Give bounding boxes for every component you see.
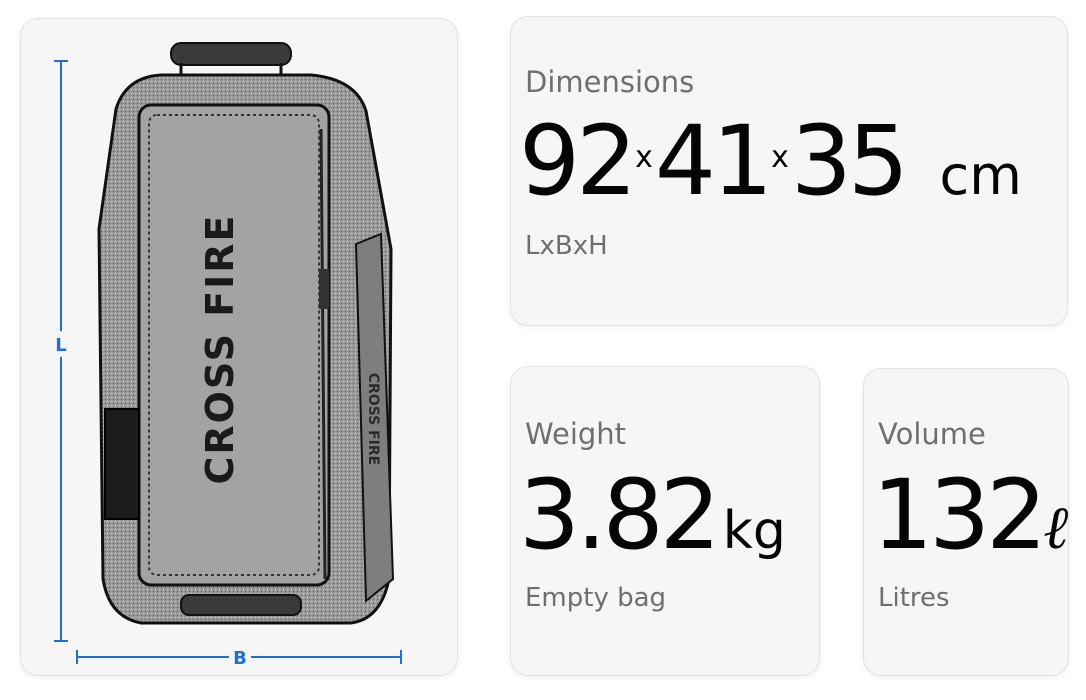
times-sign: x [635, 140, 653, 175]
volume-value-row: 132ℓ [872, 467, 1068, 563]
weight-label: Weight [525, 417, 627, 451]
volume-label: Volume [878, 417, 986, 451]
volume-caption: Litres [878, 583, 950, 613]
weight-value: 3.82 [519, 459, 721, 571]
width-value: 41 [654, 105, 773, 217]
dimensions-card: Dimensions 92x41x35 cm LxBxH [510, 16, 1068, 326]
bag-illustration: CROSS FIRE CROSS FIRE L B [51, 42, 402, 669]
width-label: B [233, 648, 247, 669]
weight-caption: Empty bag [525, 583, 667, 613]
zipper-pull [319, 269, 329, 309]
side-strap [104, 408, 140, 520]
weight-card: Weight 3.82 kg Empty bag [510, 366, 820, 676]
length-label: L [55, 335, 66, 356]
dimensions-unit: cm [939, 144, 1022, 207]
volume-unit: ℓ [1043, 493, 1069, 563]
width-measure: B [76, 645, 402, 669]
times-sign: x [771, 140, 789, 175]
side-brand-logo: CROSS FIRE [365, 373, 381, 465]
volume-value: 132 [872, 459, 1047, 571]
length-measure: L [51, 60, 71, 642]
dimensions-value: 92x41x35 cm [519, 113, 1022, 209]
length-value: 92 [519, 105, 637, 217]
bag-top-handle [170, 42, 292, 66]
volume-card: Volume 132ℓ Litres [863, 368, 1069, 676]
height-value: 35 [790, 105, 909, 217]
brand-logo: CROSS FIRE [198, 213, 242, 484]
dimensions-label: Dimensions [525, 65, 695, 99]
product-image-card: CROSS FIRE CROSS FIRE L B [20, 18, 458, 676]
weight-unit: kg [722, 501, 786, 561]
dimensions-caption: LxBxH [525, 231, 608, 261]
weight-value-row: 3.82 kg [519, 467, 786, 563]
